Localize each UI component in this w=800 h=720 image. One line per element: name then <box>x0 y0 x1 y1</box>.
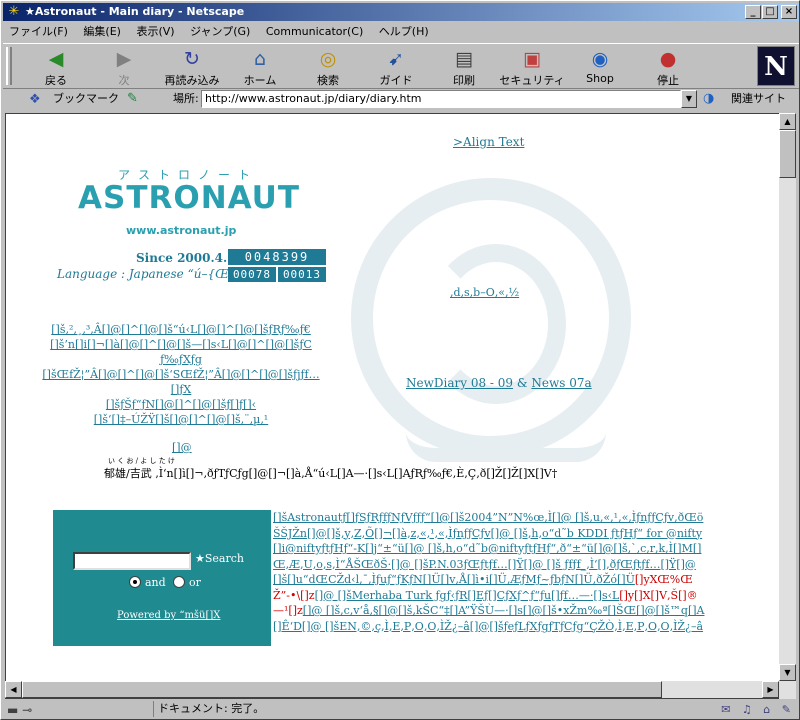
language-label: Language : Japanese “ú–{Œê <box>57 267 236 281</box>
scroll-down-icon[interactable]: ▼ <box>779 664 796 681</box>
printer-icon: ▤ <box>455 48 473 70</box>
location-label: 場所: <box>173 92 199 105</box>
news-link-group-b[interactable]: []@ []šMerhaba Turk ƒgƒ‹ƒR[]Eƒ[]CƒXƒ^ƒ“ƒ… <box>315 589 620 602</box>
netscape-logo[interactable]: N <box>757 46 795 86</box>
maximize-button[interactable]: □ <box>762 5 778 19</box>
window-controls: _ □ × <box>744 5 797 19</box>
lock-icon: ▣ <box>523 48 541 70</box>
stop-button[interactable]: ● 停止 <box>635 46 701 88</box>
close-button[interactable]: × <box>781 5 797 19</box>
and-radio[interactable] <box>129 576 141 588</box>
new-diary-links: NewDiary 08 - 09 & News 07a <box>406 376 592 390</box>
bookmarks-button[interactable]: ブックマーク <box>53 89 119 109</box>
menu-bar: ファイル(F) 編集(E) 表示(V) ジャンプ(G) Communicator… <box>3 22 799 41</box>
url-dropdown-chevron-down-icon[interactable]: ▼ <box>681 90 697 108</box>
guide-button[interactable]: ➹ ガイド <box>363 46 429 88</box>
back-button[interactable]: ◀ 戻る <box>23 46 89 88</box>
menu-link-row[interactable]: []š‚²‚¸‚³‚Â[]@[]^[]@[]š“ú‹L[]@[]^[]@[]šƒ… <box>31 322 331 337</box>
related-sites-icon[interactable]: ◑ <box>703 89 714 109</box>
scroll-right-icon[interactable]: ▶ <box>762 681 779 698</box>
anchor-mark-link[interactable]: []@ <box>172 441 192 454</box>
align-text-link[interactable]: >Align Text <box>453 135 524 149</box>
shop-bag-icon: ◉ <box>591 48 609 70</box>
link-separator: & <box>513 376 532 390</box>
bookmark-icon[interactable]: ❖ <box>29 90 41 110</box>
navigation-toolbar: ◀ 戻る ▶ 次 ↻ 再読み込み ⌂ ホーム ◎ 検索 ➹ ガイド ▤ 印刷 ▣ セキュリティ … <box>3 43 799 89</box>
shop-button[interactable]: ◉ Shop <box>567 46 633 88</box>
site-menu: []š‚²‚¸‚³‚Â[]@[]^[]@[]š“ú‹L[]@[]^[]@[]šƒ… <box>31 322 331 427</box>
stop-icon: ● <box>659 48 677 70</box>
menu-link-row[interactable]: []šŒfŽ¦”Â[]@[]^[]@[]š‘SŒfŽ¦”Â[]@[]^[]@[]… <box>31 367 331 382</box>
back-arrow-icon: ◀ <box>48 48 64 70</box>
menu-link-row[interactable]: []š’n[]i[]¬[]à[]@[]^[]@[]š—[]s‹L[]@[]^[]… <box>31 337 331 352</box>
forward-arrow-icon: ▶ <box>116 48 132 70</box>
menu-communicator[interactable]: Communicator(C) <box>260 22 369 41</box>
news-list: []šAstronautƒ[]ƒSƒRƒfƒNƒVƒƒƒ“[]@[]š2004”… <box>273 510 707 634</box>
site-description: 郁雄/吉武 ‚Ì‘n[]ì[]¬‚ðƒTƒCƒg[]@[]¬[]à‚Å“ú‹L[… <box>104 467 558 480</box>
search-button[interactable]: ◎ 検索 <box>295 46 361 88</box>
news-link-group-c[interactable]: []@ []š‚c‚v‘å‚§[]@[]š‚kŠC“‡[]A”ŸŠÙ—·[]s[… <box>273 604 704 633</box>
browser-window: ✳ ★Astronaut - Main diary - Netscape _ □… <box>0 0 800 720</box>
menu-view[interactable]: 表示(V) <box>130 22 180 41</box>
search-icon: ◎ <box>319 48 337 70</box>
print-button[interactable]: ▤ 印刷 <box>431 46 497 88</box>
home-icon: ⌂ <box>253 48 267 70</box>
menu-link-row[interactable]: []š‘[]‡–ÚŽŸ[]š[]@[]^[]@[]š‚¨‚µ‚¹ <box>31 412 331 427</box>
logo-wordmark: ASTRONAUT <box>78 180 300 216</box>
component-bar-icon[interactable]: ✉ ♫ ⌂ ✎ <box>721 701 795 719</box>
search-input[interactable] <box>73 552 191 570</box>
menu-link-row[interactable]: []šƒŠƒ“ƒN[]@[]^[]@[]šƒ[]ƒ[]‹ <box>31 397 331 412</box>
status-bar: ▬ ⊸ ドキュメント: 完了。 ✉ ♫ ⌂ ✎ <box>3 699 799 719</box>
forward-button[interactable]: ▶ 次 <box>91 46 157 88</box>
menu-help[interactable]: ヘルプ(H) <box>373 22 435 41</box>
scroll-left-icon[interactable]: ◀ <box>5 681 22 698</box>
news-link[interactable]: News 07a <box>531 376 591 390</box>
hit-counter: 0048399 <box>228 249 326 265</box>
title-bar: ✳ ★Astronaut - Main diary - Netscape _ □… <box>3 3 799 21</box>
site-search-panel: ★Search and or Powered by “mšü[]X <box>53 510 271 646</box>
vertical-scroll-thumb[interactable] <box>779 130 796 178</box>
url-field[interactable]: http://www.astronaut.jp/diary/diary.htm <box>201 90 681 108</box>
counter-yesterday: 00013 <box>278 267 326 282</box>
menu-go[interactable]: ジャンプ(G) <box>184 22 256 41</box>
etc-link[interactable]: ‚d‚s‚b–O‚«‚½ <box>450 286 519 299</box>
menu-file[interactable]: ファイル(F) <box>3 22 74 41</box>
new-diary-link[interactable]: NewDiary 08 - 09 <box>406 376 513 390</box>
vertical-scrollbar[interactable]: ▲ ▼ <box>779 113 796 699</box>
background-swirl-bottom <box>406 432 606 462</box>
and-radio-label: and <box>145 576 166 589</box>
page-viewport[interactable]: >Align Text アストロノート ASTRONAUT www.astron… <box>5 113 779 699</box>
minimize-button[interactable]: _ <box>745 5 761 19</box>
location-pin-icon[interactable]: ✎ <box>127 89 138 109</box>
window-title: ★Astronaut - Main diary - Netscape <box>25 5 245 18</box>
horizontal-scroll-thumb[interactable] <box>22 681 662 698</box>
web-page: >Align Text アストロノート ASTRONAUT www.astron… <box>6 114 779 698</box>
logo-site-url: www.astronaut.jp <box>126 224 237 237</box>
or-radio[interactable] <box>173 576 185 588</box>
security-button[interactable]: ▣ セキュリティ <box>499 46 565 88</box>
home-button[interactable]: ⌂ ホーム <box>227 46 293 88</box>
guide-icon: ➹ <box>388 48 404 70</box>
toolbar-grip[interactable] <box>6 47 12 85</box>
horizontal-scrollbar[interactable]: ◀ ▶ <box>5 681 779 698</box>
reload-button[interactable]: ↻ 再読み込み <box>159 46 225 88</box>
menu-link-row[interactable]: ƒ‰ƒXƒg <box>31 352 331 367</box>
connection-icon[interactable]: ▬ ⊸ <box>7 701 32 719</box>
powered-by-link[interactable]: Powered by “mšü[]X <box>117 610 220 621</box>
scroll-up-icon[interactable]: ▲ <box>779 113 796 130</box>
astronaut-logo[interactable]: アストロノート ASTRONAUT www.astronaut.jp <box>78 156 299 238</box>
search-submit-button[interactable]: ★Search <box>195 552 244 565</box>
or-radio-label: or <box>189 576 201 589</box>
location-bar: ❖ ブックマーク ✎ 場所: http://www.astronaut.jp/d… <box>3 89 799 111</box>
menu-edit[interactable]: 編集(E) <box>77 22 127 41</box>
related-sites-button[interactable]: 関連サイト <box>731 89 786 109</box>
status-text: ドキュメント: 完了。 <box>153 701 264 717</box>
since-date: Since 2000.4.1 <box>136 251 236 265</box>
counter-today: 00078 <box>228 267 276 282</box>
netscape-icon[interactable]: ✳ <box>6 4 22 20</box>
reload-icon: ↻ <box>184 48 200 70</box>
menu-link-row[interactable]: []ƒX <box>31 382 331 397</box>
